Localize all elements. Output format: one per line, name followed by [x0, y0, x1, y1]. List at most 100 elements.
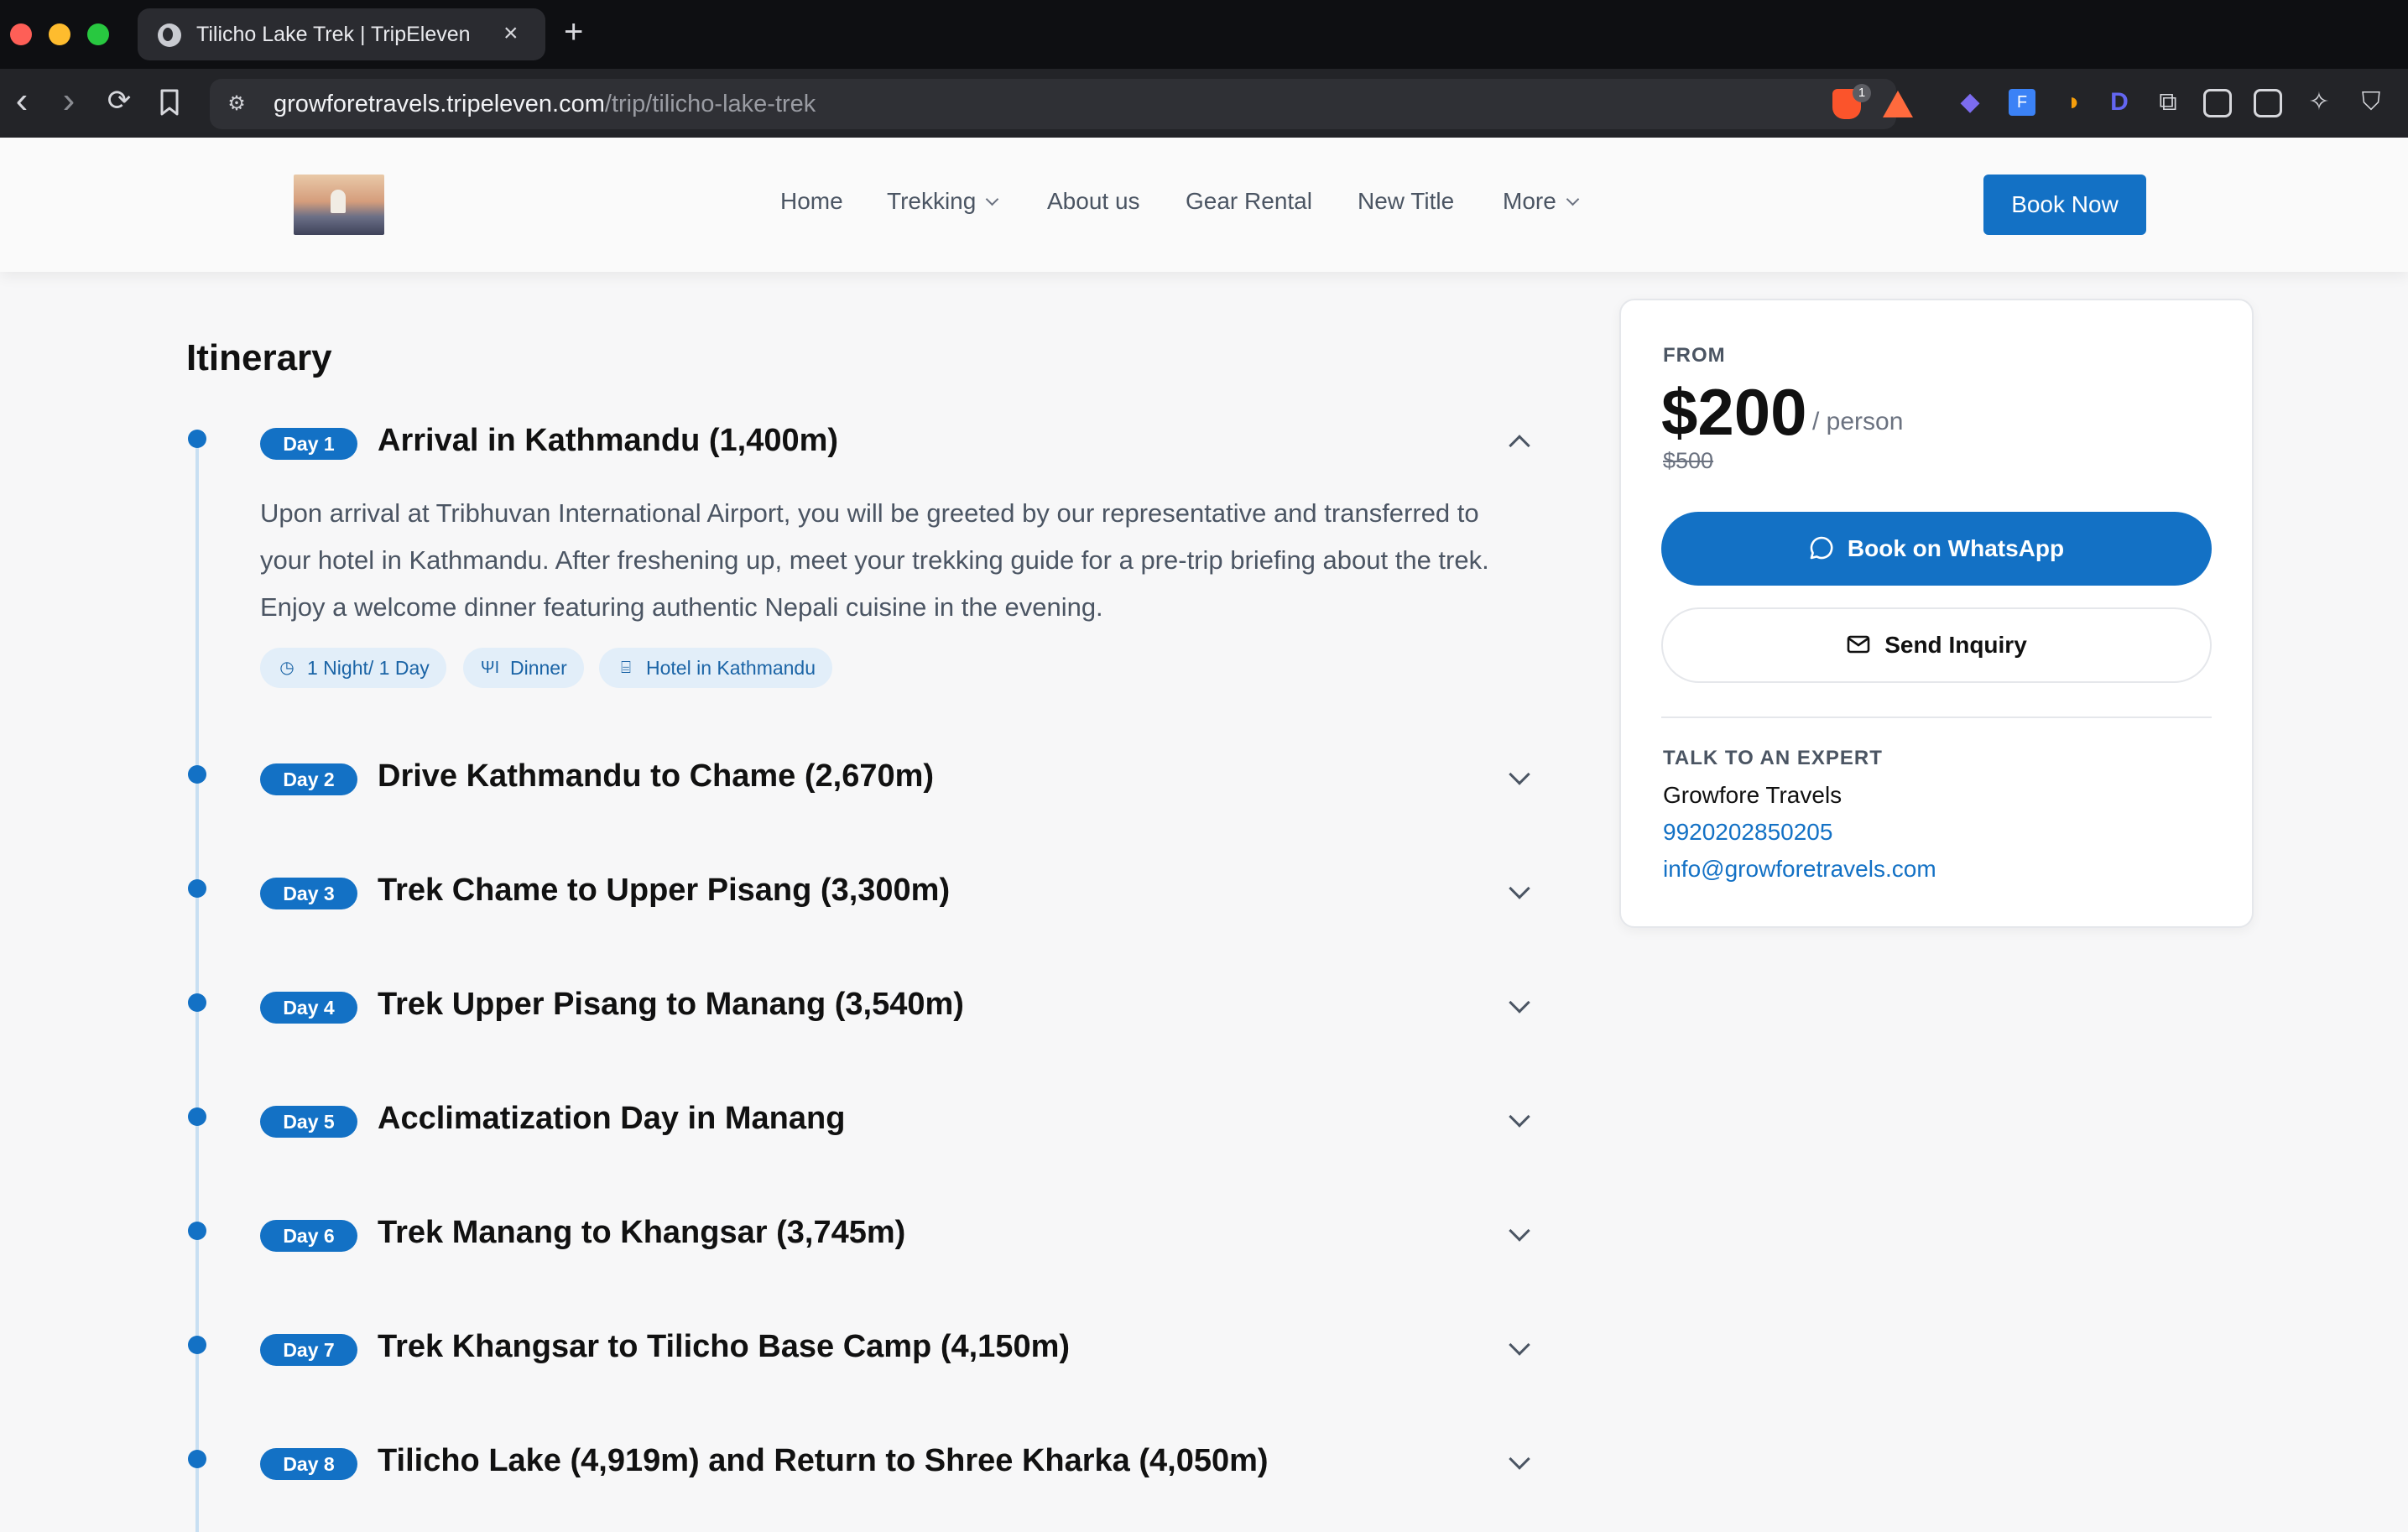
- from-label: FROM: [1663, 344, 1726, 367]
- day-badge: Day 6: [260, 1220, 357, 1252]
- nav-gear-rental[interactable]: Gear Rental: [1186, 188, 1312, 215]
- leo-ai-icon[interactable]: ✧: [2302, 86, 2336, 119]
- nav-new-title[interactable]: New Title: [1358, 188, 1454, 215]
- extensions-puzzle-icon[interactable]: ⧉: [2151, 86, 2185, 119]
- accommodation-chip: ⌸ Hotel in Kathmandu: [599, 648, 833, 688]
- new-tab-button[interactable]: +: [564, 15, 583, 49]
- expert-phone-link[interactable]: 9920202850205: [1663, 819, 1832, 846]
- original-price: $500: [1663, 448, 1714, 473]
- chip-label: 1 Night/ 1 Day: [307, 657, 430, 679]
- day-title[interactable]: Trek Chame to Upper Pisang (3,300m): [378, 873, 950, 909]
- whatsapp-label: Book on WhatsApp: [1847, 535, 2065, 561]
- back-button[interactable]: ‹: [3, 82, 40, 122]
- site-settings-icon[interactable]: ⚙: [225, 92, 248, 116]
- day-title[interactable]: Trek Manang to Khangsar (3,745m): [378, 1215, 905, 1251]
- url-host: growforetravels.tripeleven.com: [274, 91, 605, 117]
- booking-card: FROM $200 / person $500 Book on WhatsApp…: [1619, 299, 2254, 928]
- day-badge: Day 7: [260, 1334, 357, 1366]
- day-title[interactable]: Arrival in Kathmandu (1,400m): [378, 423, 838, 459]
- book-now-button[interactable]: Book Now: [1983, 175, 2146, 235]
- day-title[interactable]: Drive Kathmandu to Chame (2,670m): [378, 758, 934, 795]
- day-description: Upon arrival at Tribhuvan International …: [260, 498, 1489, 622]
- day-badge: Day 2: [260, 763, 357, 795]
- chevron-down-icon[interactable]: [1509, 878, 1530, 899]
- meal-chip: ΨΙ Dinner: [463, 648, 584, 688]
- chat-bubble-icon: [1810, 536, 1833, 559]
- chevron-down-icon[interactable]: [1509, 1220, 1530, 1242]
- wallet-icon[interactable]: [2254, 89, 2282, 117]
- close-window-button[interactable]: [10, 23, 32, 45]
- tab-close-icon[interactable]: ×: [503, 18, 519, 49]
- day-badge: Day 1: [260, 428, 357, 460]
- vpn-shield-icon[interactable]: ⛉: [2354, 86, 2388, 119]
- browser-tabbar: Tilicho Lake Trek | TripEleven × +: [0, 0, 2408, 69]
- bed-icon: ⌸: [621, 659, 631, 677]
- url-text[interactable]: growforetravels.tripeleven.com/trip/tili…: [274, 91, 816, 118]
- send-inquiry-button[interactable]: Send Inquiry: [1661, 607, 2212, 683]
- globe-icon: [158, 23, 181, 47]
- extension-f-icon[interactable]: F: [2009, 89, 2035, 116]
- day-title[interactable]: Trek Upper Pisang to Manang (3,540m): [378, 987, 964, 1023]
- day-badge: Day 5: [260, 1106, 357, 1138]
- timeline-dot: [188, 430, 206, 448]
- price: $200: [1661, 375, 1807, 449]
- day-title[interactable]: Tilicho Lake (4,919m) and Return to Shre…: [378, 1443, 1269, 1479]
- shields-count-badge: 1: [1853, 84, 1871, 102]
- extension-icon[interactable]: ◆: [1953, 86, 1987, 119]
- maximize-window-button[interactable]: [87, 23, 109, 45]
- expert-name: Growfore Travels: [1663, 782, 1842, 808]
- address-bar[interactable]: ⚙ growforetravels.tripeleven.com/trip/ti…: [210, 79, 1913, 129]
- timeline-dot: [188, 1450, 206, 1468]
- bookmark-button[interactable]: [151, 82, 188, 122]
- sidebar-toggle-icon[interactable]: [2203, 89, 2232, 117]
- clock-icon: ◷: [279, 659, 294, 677]
- url-path: /trip/tilicho-lake-trek: [604, 91, 816, 117]
- nav-about-us[interactable]: About us: [1047, 188, 1140, 215]
- extension-moon-icon[interactable]: ◗: [2057, 86, 2091, 119]
- nav-trekking[interactable]: Trekking: [887, 188, 999, 215]
- mail-icon: [1847, 635, 1870, 653]
- book-on-whatsapp-button[interactable]: Book on WhatsApp: [1661, 512, 2212, 586]
- nav-home[interactable]: Home: [780, 188, 843, 215]
- forward-button[interactable]: ›: [50, 82, 87, 122]
- day-title[interactable]: Acclimatization Day in Manang: [378, 1101, 845, 1137]
- day-badge: Day 3: [260, 878, 357, 909]
- itinerary-title: Itinerary: [186, 337, 332, 378]
- minimize-window-button[interactable]: [49, 23, 70, 45]
- expert-label: TALK TO AN EXPERT: [1663, 747, 1883, 769]
- expert-email-link[interactable]: info@growforetravels.com: [1663, 856, 1936, 883]
- chip-label: Dinner: [510, 657, 567, 679]
- nav-trekking-label: Trekking: [887, 188, 977, 214]
- chevron-down-icon[interactable]: [1509, 1334, 1530, 1356]
- chevron-down-icon[interactable]: [1509, 1448, 1530, 1470]
- tab-title: Tilicho Lake Trek | TripEleven: [196, 23, 471, 46]
- day-title[interactable]: Trek Khangsar to Tilicho Base Camp (4,15…: [378, 1329, 1070, 1365]
- timeline-dot: [188, 765, 206, 784]
- nav-more-label: More: [1503, 188, 1556, 214]
- nav-more[interactable]: More: [1503, 188, 1580, 215]
- inquiry-label: Send Inquiry: [1884, 632, 2027, 658]
- utensils-icon: ΨΙ: [480, 659, 500, 677]
- extension-d-icon[interactable]: D: [2103, 86, 2136, 119]
- timeline-dot: [188, 1336, 206, 1354]
- chevron-up-icon[interactable]: [1509, 435, 1530, 456]
- timeline-dot: [188, 993, 206, 1012]
- timeline-line: [195, 438, 199, 1532]
- site-header: Home Trekking About us Gear Rental New T…: [0, 138, 2408, 272]
- brave-rewards-icon[interactable]: [1883, 91, 1913, 117]
- chevron-down-icon[interactable]: [1509, 992, 1530, 1014]
- timeline-dot: [188, 879, 206, 898]
- chevron-down-icon: [1566, 192, 1580, 206]
- day-badge: Day 8: [260, 1448, 357, 1480]
- reload-button[interactable]: ⟳: [101, 82, 138, 122]
- chevron-down-icon[interactable]: [1509, 763, 1530, 785]
- chip-label: Hotel in Kathmandu: [646, 657, 816, 679]
- site-logo[interactable]: [294, 175, 384, 235]
- chevron-down-icon[interactable]: [1509, 1106, 1530, 1128]
- bookmark-icon: [160, 89, 179, 116]
- chevron-down-icon: [986, 192, 999, 206]
- browser-toolbar: ‹ › ⟳ ⚙ growforetravels.tripeleven.com/t…: [0, 69, 2408, 138]
- browser-tab[interactable]: Tilicho Lake Trek | TripEleven ×: [138, 8, 545, 60]
- timeline-dot: [188, 1107, 206, 1126]
- duration-chip: ◷ 1 Night/ 1 Day: [260, 648, 446, 688]
